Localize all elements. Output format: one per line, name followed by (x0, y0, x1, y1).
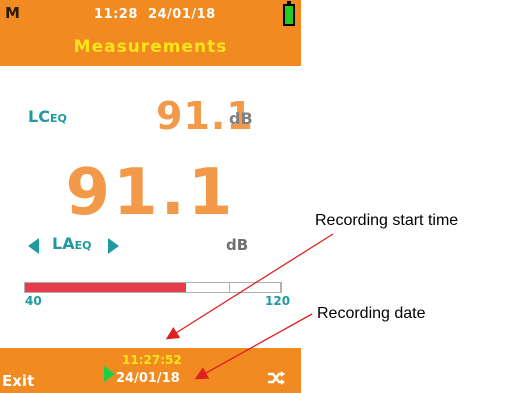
status-header: M 11:28 24/01/18 Measurements (0, 0, 301, 66)
exit-button[interactable]: Exit (2, 372, 34, 390)
annotation-start-time: Recording start time (315, 212, 459, 229)
screen-title: Measurements (73, 37, 228, 57)
footer-bar: Exit 11:27:52 24/01/18 (0, 348, 301, 393)
arrow-left-icon[interactable] (28, 238, 39, 254)
lceq-label-sub: EQ (49, 112, 67, 125)
level-bar-fill (25, 283, 187, 292)
laeq-label-main: LA (52, 234, 75, 253)
play-icon (104, 366, 115, 382)
lceq-unit: dB (229, 109, 253, 128)
recording-start-time: 11:27:52 (122, 353, 182, 367)
laeq-unit: dB (226, 236, 249, 254)
annotation-date: Recording date (317, 305, 426, 322)
lceq-label: LCEQ (28, 107, 67, 126)
laeq-label-sub: EQ (74, 239, 92, 252)
meter-screen: M 11:28 24/01/18 Measurements LCEQ 91.1 … (0, 0, 301, 393)
arrow-right-icon[interactable] (108, 238, 119, 254)
scale-min-label: 40 (25, 294, 42, 308)
battery-icon (283, 1, 295, 26)
lceq-label-main: LC (28, 107, 50, 126)
shuffle-icon[interactable] (266, 368, 286, 388)
weighting-selector: LAEQ dB (0, 232, 301, 260)
level-bar-segment (179, 283, 230, 292)
level-bar (24, 282, 282, 293)
clock-date: 24/01/18 (147, 7, 216, 22)
level-bar-segment (230, 283, 282, 292)
clock: 11:28 24/01/18 (94, 7, 216, 22)
mode-indicator: M (5, 4, 20, 22)
scale-max-label: 120 (265, 294, 291, 308)
recording-date: 24/01/18 (116, 371, 180, 386)
main-reading: 91.1 (65, 156, 236, 230)
laeq-label: LAEQ (52, 234, 91, 253)
clock-time: 11:28 (94, 7, 138, 22)
